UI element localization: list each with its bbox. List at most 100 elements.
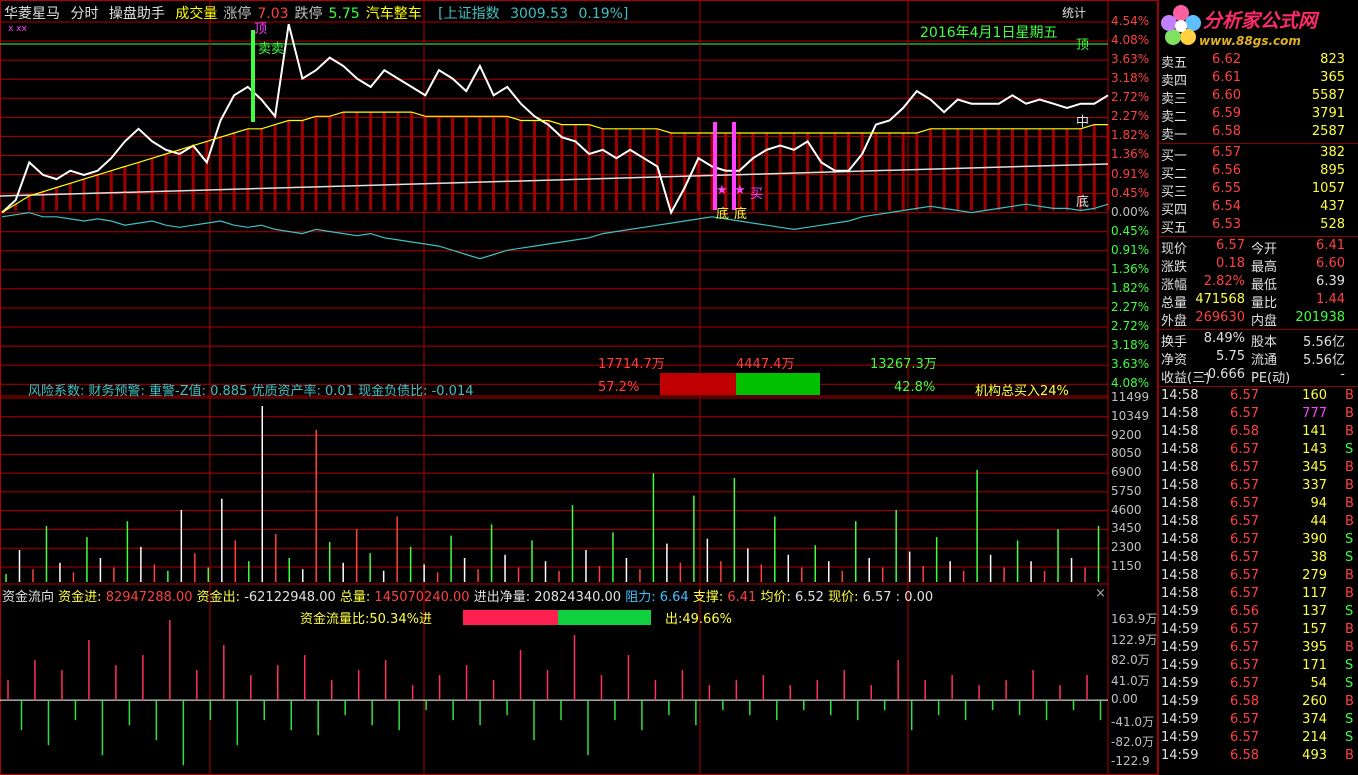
bid-volume: 895 xyxy=(1320,163,1345,178)
tick-row[interactable]: 14:58 6.57 143 S xyxy=(1159,442,1358,460)
tick-time: 14:58 xyxy=(1161,424,1199,439)
ask-price: 6.58 xyxy=(1212,124,1241,139)
tick-side: S xyxy=(1345,712,1354,727)
ask-row[interactable]: 卖四 6.61 365 xyxy=(1159,70,1358,89)
tick-time: 14:58 xyxy=(1161,442,1199,457)
tick-price: 6.56 xyxy=(1230,604,1259,619)
fund-row[interactable]: 换手 8.49% 股本 5.56亿 xyxy=(1159,331,1358,350)
bid-price: 6.56 xyxy=(1212,163,1241,178)
tick-row[interactable]: 14:59 6.57 54 S xyxy=(1159,676,1358,694)
axis-tick-label: 3.18% xyxy=(1111,71,1150,86)
mode-label[interactable]: 分时 xyxy=(70,6,98,22)
tick-time: 14:59 xyxy=(1161,730,1199,745)
ask-label: 卖五 xyxy=(1161,56,1188,71)
fund-row[interactable]: 收益(三) -0.666 PE(动) - xyxy=(1159,367,1358,386)
quote-label: 今开 xyxy=(1251,242,1278,257)
fund-value: 8.49% xyxy=(1203,331,1245,346)
flow-bar-sell xyxy=(735,373,821,395)
tick-volume: 777 xyxy=(1302,406,1327,421)
stats-button[interactable]: 统计 xyxy=(1062,4,1086,21)
quote-label: 量比 xyxy=(1251,296,1278,311)
tick-price: 6.57 xyxy=(1230,532,1259,547)
tick-volume: 160 xyxy=(1302,388,1327,403)
ask-volume: 3791 xyxy=(1311,106,1345,121)
indicator-label[interactable]: 操盘助手 xyxy=(109,6,165,22)
tick-side: B xyxy=(1345,478,1354,493)
zone-top-label: 顶 xyxy=(1076,38,1090,53)
bid-row[interactable]: 买四 6.54 437 xyxy=(1159,199,1358,218)
stock-name[interactable]: 华菱星马 xyxy=(4,6,60,22)
fund-flow-close-icon[interactable]: × xyxy=(1095,586,1106,601)
tick-side: S xyxy=(1345,604,1354,619)
axis-tick-label: 3450 xyxy=(1111,521,1142,536)
tick-row[interactable]: 14:58 6.58 141 B xyxy=(1159,424,1358,442)
tick-row[interactable]: 14:59 6.58 493 B xyxy=(1159,748,1358,766)
quote-row[interactable]: 涨幅 2.82% 最低 6.39 xyxy=(1159,274,1358,293)
bid-row[interactable]: 买一 6.57 382 xyxy=(1159,145,1358,164)
axis-tick-label: 6900 xyxy=(1111,465,1142,480)
tick-price: 6.57 xyxy=(1230,658,1259,673)
tick-side: B xyxy=(1345,694,1354,709)
bid-row[interactable]: 买三 6.55 1057 xyxy=(1159,181,1358,200)
tick-row[interactable]: 14:58 6.57 777 B xyxy=(1159,406,1358,424)
ask-price: 6.62 xyxy=(1212,52,1241,67)
tick-price: 6.57 xyxy=(1230,442,1259,457)
tick-row[interactable]: 14:59 6.57 374 S xyxy=(1159,712,1358,730)
quote-row[interactable]: 现价 6.57 今开 6.41 xyxy=(1159,238,1358,257)
sell-signal-bar xyxy=(251,30,255,122)
fund-value: - xyxy=(1340,367,1345,382)
bid-row[interactable]: 买五 6.53 528 xyxy=(1159,217,1358,236)
tick-volume: 374 xyxy=(1302,712,1327,727)
tick-row[interactable]: 14:59 6.57 171 S xyxy=(1159,658,1358,676)
tick-volume: 54 xyxy=(1310,676,1327,691)
ask-volume: 5587 xyxy=(1311,88,1345,103)
tick-volume: 260 xyxy=(1302,694,1327,709)
tick-row[interactable]: 14:58 6.57 117 B xyxy=(1159,586,1358,604)
quote-row[interactable]: 涨跌 0.18 最高 6.60 xyxy=(1159,256,1358,275)
ask-row[interactable]: 卖三 6.60 5587 xyxy=(1159,88,1358,107)
tick-row[interactable]: 14:58 6.57 345 B xyxy=(1159,460,1358,478)
fund-row[interactable]: 净资 5.75 流通 5.56亿 xyxy=(1159,349,1358,368)
header-marker: x xx xyxy=(8,24,27,34)
tick-row[interactable]: 14:59 6.56 137 S xyxy=(1159,604,1358,622)
tick-row[interactable]: 14:58 6.57 94 B xyxy=(1159,496,1358,514)
tick-price: 6.57 xyxy=(1230,514,1259,529)
quote-row[interactable]: 总量 471568 量比 1.44 xyxy=(1159,292,1358,311)
ask-row[interactable]: 卖一 6.58 2587 xyxy=(1159,124,1358,143)
bid-price: 6.55 xyxy=(1212,181,1241,196)
tick-row[interactable]: 14:58 6.57 38 S xyxy=(1159,550,1358,568)
tick-row[interactable]: 14:59 6.57 214 S xyxy=(1159,730,1358,748)
panel-separator xyxy=(1159,236,1358,237)
tick-row[interactable]: 14:58 6.57 160 B xyxy=(1159,388,1358,406)
tick-row[interactable]: 14:58 6.57 44 B xyxy=(1159,514,1358,532)
tick-row[interactable]: 14:59 6.57 157 B xyxy=(1159,622,1358,640)
tick-row[interactable]: 14:59 6.57 395 B xyxy=(1159,640,1358,658)
quote-row[interactable]: 外盘 269630 内盘 201938 xyxy=(1159,310,1358,329)
tick-price: 6.57 xyxy=(1230,730,1259,745)
quote-value: 269630 xyxy=(1195,310,1245,325)
ask-row[interactable]: 卖五 6.62 823 xyxy=(1159,52,1358,71)
tick-row[interactable]: 14:58 6.57 390 S xyxy=(1159,532,1358,550)
ask-row[interactable]: 卖二 6.59 3791 xyxy=(1159,106,1358,125)
axis-tick-label: 82.0万 xyxy=(1111,653,1150,668)
tick-time: 14:59 xyxy=(1161,676,1199,691)
bid-row[interactable]: 买二 6.56 895 xyxy=(1159,163,1358,182)
quote-label: 最高 xyxy=(1251,260,1278,275)
header-item: 涨停 xyxy=(223,6,252,22)
tick-row[interactable]: 14:58 6.57 337 B xyxy=(1159,478,1358,496)
tick-row[interactable]: 14:59 6.58 260 B xyxy=(1159,694,1358,712)
axis-tick-label: 0.45% xyxy=(1111,223,1150,238)
fund-label: 股本 xyxy=(1251,335,1278,350)
tick-time: 14:59 xyxy=(1161,604,1199,619)
chart-area: 华菱星马 分时 操盘助手 成交量 涨停 7.03 跌停 5.75 汽车整车 [上证指数 3… xyxy=(0,0,1160,775)
fund-label: 换手 xyxy=(1161,335,1188,350)
fund-out-text: 出:49.66% xyxy=(665,612,732,627)
fund-total-label: 总量: xyxy=(339,590,371,605)
tick-row[interactable]: 14:58 6.57 279 B xyxy=(1159,568,1358,586)
index-value: 3009.53 xyxy=(510,6,568,22)
axis-tick-label: 0.45% xyxy=(1111,185,1150,200)
quote-value: 201938 xyxy=(1295,310,1345,325)
bid-volume: 528 xyxy=(1320,217,1345,232)
tick-volume: 94 xyxy=(1310,496,1327,511)
annotation-bottom-1: 底 xyxy=(716,207,730,222)
